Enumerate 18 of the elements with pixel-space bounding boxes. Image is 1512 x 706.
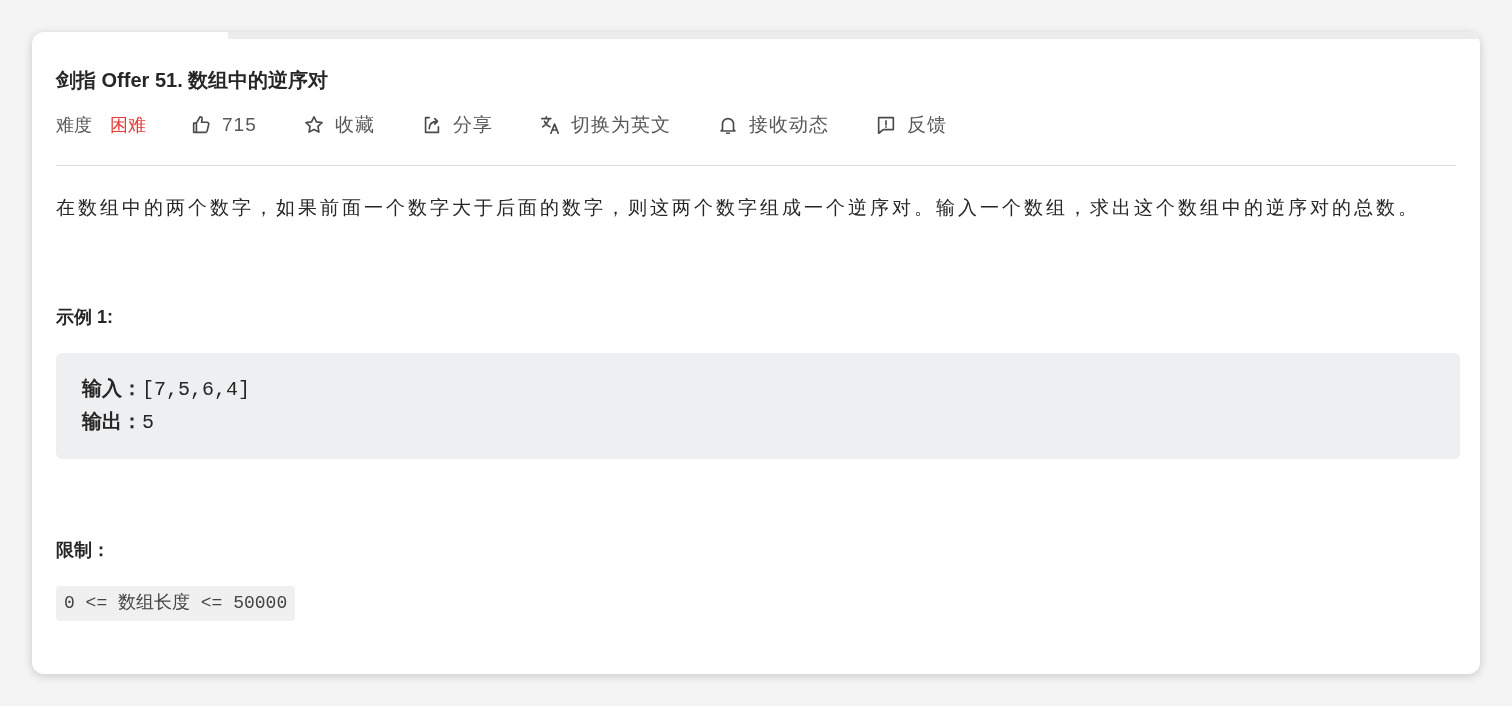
limits-heading: 限制： [56, 539, 111, 562]
like-button[interactable]: 715 [190, 110, 257, 140]
problem-description: 在数组中的两个数字，如果前面一个数字大于后面的数字，则这两个数字组成一个逆序对。输入一个数组，求出这个数组中的逆序对的总数。 [56, 196, 1421, 220]
difficulty-label: 难度 [56, 113, 92, 137]
problem-title: 剑指 Offer 51. 数组中的逆序对 [56, 68, 330, 93]
example-line: 输入：[7,5,6,4] [82, 377, 252, 403]
translate-icon [538, 114, 561, 136]
example-line: 输出：5 [82, 410, 155, 436]
star-icon [302, 114, 325, 136]
bell-button[interactable]: 接收动态 [716, 110, 829, 140]
thumbs-up-icon [190, 114, 212, 136]
example-heading: 示例 1: [56, 306, 114, 329]
difficulty-value: 困难 [110, 113, 146, 137]
constraint-code: 0 <= 数组长度 <= 50000 [56, 586, 296, 621]
translate-button[interactable]: 切换为英文 [538, 110, 671, 140]
star-button[interactable]: 收藏 [302, 110, 375, 140]
share-button[interactable]: 分享 [420, 110, 493, 140]
feedback-button[interactable]: 反馈 [874, 110, 947, 140]
